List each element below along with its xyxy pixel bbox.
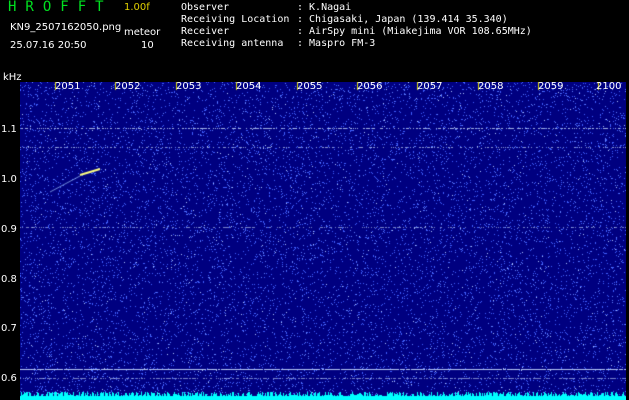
- y-tick-label: 0.9: [1, 224, 17, 235]
- mode-label: meteor: [124, 27, 161, 38]
- antenna-label: Receiving antenna: [181, 38, 284, 49]
- x-tick-label: 2051: [55, 81, 81, 92]
- x-tick-label: 2057: [417, 81, 443, 92]
- hrofft-window: HROFFT 1.00f KN9_2507162050.png meteor 2…: [0, 0, 629, 400]
- x-tick-label: 2100: [596, 81, 622, 92]
- x-tick-label: 2054: [236, 81, 262, 92]
- observer-value: : K.Nagai: [297, 2, 352, 13]
- observer-label: Observer: [181, 2, 230, 13]
- x-tick-label: 2056: [357, 81, 383, 92]
- x-tick-label: 2052: [115, 81, 141, 92]
- antenna-value: : Maspro FM-3: [297, 38, 376, 49]
- x-tick-label: 2053: [176, 81, 202, 92]
- x-tick-label: 2058: [478, 81, 504, 92]
- y-tick-label: 1.0: [1, 174, 17, 185]
- y-tick-label: 0.7: [1, 323, 17, 334]
- x-tick-label: 2059: [538, 81, 564, 92]
- y-tick-label: 1.1: [1, 124, 17, 135]
- timestamp-label: 25.07.16 20:50: [10, 40, 87, 51]
- receiver-value: : AirSpy mini (Miakejima VOR 108.65MHz): [297, 26, 532, 37]
- location-label: Receiving Location: [181, 14, 290, 25]
- y-tick-label: 0.8: [1, 274, 17, 285]
- count-label: 10: [141, 40, 154, 51]
- receiver-label: Receiver: [181, 26, 230, 37]
- spectrogram-canvas: [20, 82, 626, 400]
- x-tick-label: 2055: [297, 81, 323, 92]
- y-unit-label: kHz: [3, 72, 22, 83]
- version-label: 1.00f: [124, 2, 150, 13]
- location-value: : Chigasaki, Japan (139.414 35.340): [297, 14, 508, 25]
- app-logo: HROFFT: [8, 0, 113, 15]
- y-tick-label: 0.6: [1, 373, 17, 384]
- filename-label: KN9_2507162050.png: [10, 22, 122, 33]
